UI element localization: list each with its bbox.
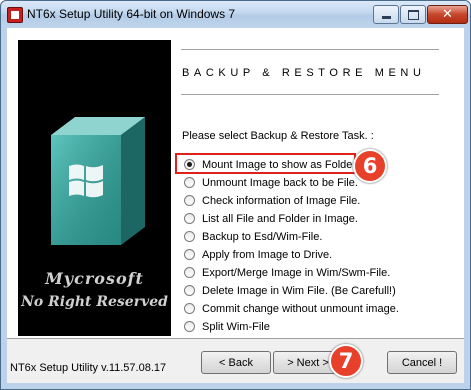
option-label: List all File and Folder in Image. <box>202 212 358 225</box>
maximize-icon <box>407 9 419 20</box>
menu-divider-bottom <box>181 94 439 95</box>
close-icon: ✕ <box>442 7 453 22</box>
dialog-body: Mycrosoft No Right Reserved BACKUP & RES… <box>7 28 464 383</box>
maximize-button[interactable] <box>400 5 426 24</box>
app-window: NT6x Setup Utility 64-bit on Windows 7 ✕ <box>0 0 471 390</box>
brand-name: Mycrosoft <box>45 269 144 288</box>
title-bar[interactable]: NT6x Setup Utility 64-bit on Windows 7 ✕ <box>1 1 470 27</box>
step-marker-7: 7 <box>329 344 363 378</box>
menu-title: BACKUP & RESTORE MENU <box>182 67 426 79</box>
task-option[interactable]: Check information of Image File. <box>184 192 360 209</box>
task-option[interactable]: Split Wim-File <box>184 318 270 335</box>
radio-button[interactable] <box>184 285 195 296</box>
radio-button[interactable] <box>184 213 195 224</box>
option-label: Commit change without unmount image. <box>202 302 399 315</box>
task-option[interactable]: List all File and Folder in Image. <box>184 210 358 227</box>
radio-button[interactable] <box>184 177 195 188</box>
cancel-button[interactable]: Cancel ! <box>387 351 457 374</box>
task-option[interactable]: Export/Merge Image in Wim/Swm-File. <box>184 264 390 281</box>
radio-button[interactable] <box>184 303 195 314</box>
radio-button[interactable] <box>184 231 195 242</box>
task-option[interactable]: Apply from Image to Drive. <box>184 246 332 263</box>
step-marker-6: 6 <box>353 149 387 183</box>
selection-highlight-box <box>175 153 356 174</box>
version-label: NT6x Setup Utility v.11.57.08.17 <box>10 362 167 374</box>
product-box-image <box>51 117 145 245</box>
radio-button[interactable] <box>184 249 195 260</box>
option-label: Delete Image in Wim File. (Be Carefull!) <box>202 284 396 297</box>
option-label: Backup to Esd/Wim-File. <box>202 230 323 243</box>
window-title: NT6x Setup Utility 64-bit on Windows 7 <box>27 7 236 21</box>
task-option[interactable]: Backup to Esd/Wim-File. <box>184 228 322 245</box>
radio-button[interactable] <box>184 195 195 206</box>
footer-divider <box>7 338 464 339</box>
radio-button[interactable] <box>184 267 195 278</box>
close-button[interactable]: ✕ <box>427 5 468 24</box>
option-label: Unmount Image back to be File. <box>202 176 358 189</box>
content-area: Mycrosoft No Right Reserved BACKUP & RES… <box>7 28 464 338</box>
task-option[interactable]: Commit change without unmount image. <box>184 300 399 317</box>
minimize-button[interactable] <box>373 5 399 24</box>
back-button[interactable]: < Back <box>201 351 271 374</box>
option-label: Split Wim-File <box>202 320 270 333</box>
menu-divider-top <box>181 49 439 50</box>
brand-tagline: No Right Reserved <box>21 294 168 310</box>
task-option[interactable]: Unmount Image back to be File. <box>184 174 358 191</box>
app-icon <box>7 7 23 23</box>
radio-button[interactable] <box>184 321 195 332</box>
option-label: Apply from Image to Drive. <box>202 248 333 261</box>
minimize-icon <box>381 16 391 19</box>
task-prompt: Please select Backup & Restore Task. : <box>182 130 374 142</box>
task-option[interactable]: Delete Image in Wim File. (Be Carefull!) <box>184 282 396 299</box>
option-label: Check information of Image File. <box>202 194 361 207</box>
option-label: Export/Merge Image in Wim/Swm-File. <box>202 266 391 279</box>
brand-panel: Mycrosoft No Right Reserved <box>18 40 171 336</box>
